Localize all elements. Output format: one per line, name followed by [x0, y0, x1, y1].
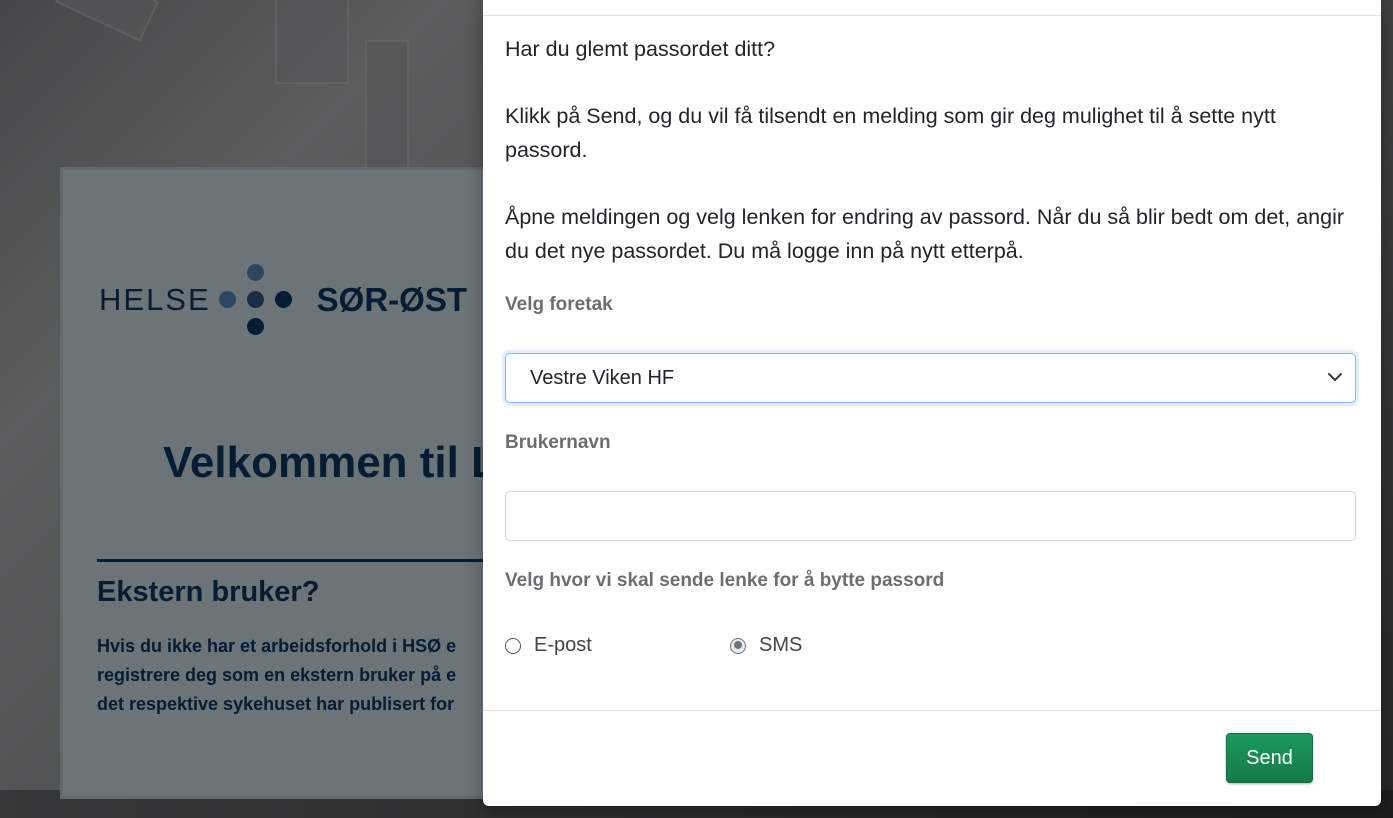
send-via-label: Velg hvor vi skal sende lenke for å bytt… — [505, 570, 945, 591]
sms-option-label: SMS — [759, 634, 803, 656]
username-input[interactable] — [505, 491, 1356, 541]
forgot-password-modal: Har du glemt passordet ditt? Klikk på Se… — [483, 0, 1381, 806]
modal-header-divider — [483, 15, 1381, 16]
foretak-label: Velg foretak — [505, 294, 613, 315]
page: HELSE SØR-ØST Velkommen til L Ekstern br… — [0, 0, 1393, 818]
modal-body: Har du glemt passordet ditt? Klikk på Se… — [505, 32, 1358, 268]
email-radio[interactable] — [505, 637, 521, 654]
modal-footer-divider — [483, 710, 1381, 711]
sms-radio[interactable] — [730, 637, 746, 654]
email-option[interactable]: E-post — [505, 634, 592, 657]
email-option-label: E-post — [534, 634, 592, 656]
username-label: Brukernavn — [505, 432, 611, 453]
chevron-down-icon — [1328, 373, 1342, 381]
foretak-selected-value: Vestre Viken HF — [530, 366, 675, 389]
question-text: Har du glemt passordet ditt? — [505, 37, 776, 61]
instruction-text: Klikk på Send, og du vil få tilsendt en … — [505, 104, 1276, 162]
foretak-select[interactable]: Vestre Viken HF — [505, 353, 1356, 403]
sms-option[interactable]: SMS — [730, 634, 802, 657]
send-button[interactable]: Send — [1226, 733, 1313, 783]
instruction-text: Åpne meldingen og velg lenken for endrin… — [505, 205, 1345, 263]
